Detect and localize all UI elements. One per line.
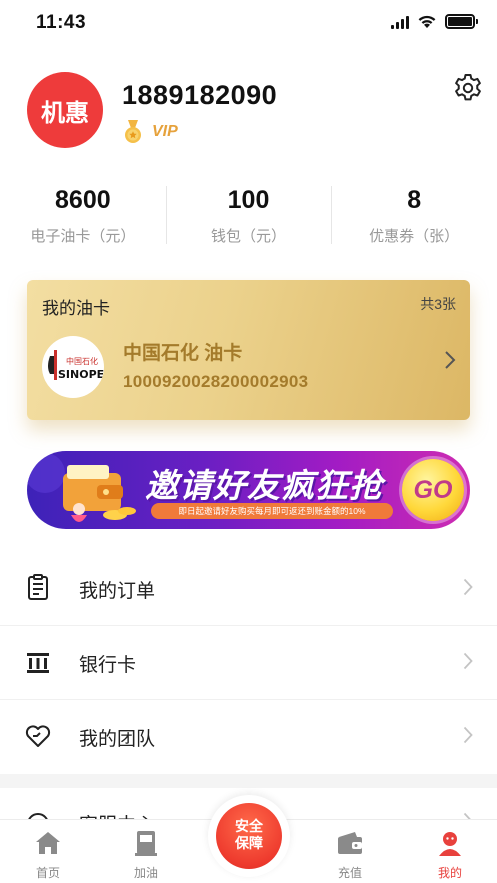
gear-icon xyxy=(455,74,481,101)
tab-label: 我的 xyxy=(437,866,462,880)
sinopec-logo: 中国石化 SINOPEC xyxy=(42,336,104,398)
stat-oil-card-balance[interactable]: 8600 电子油卡（元） xyxy=(0,180,166,246)
avatar[interactable]: 机惠 xyxy=(27,72,103,148)
menu-item-label: 银行卡 xyxy=(79,655,137,676)
medal-icon xyxy=(125,120,141,143)
fuel-pump-icon xyxy=(135,831,157,856)
safety-label-line2: 保障 xyxy=(235,835,263,851)
home-icon xyxy=(36,832,60,854)
status-bar: 11:43 xyxy=(0,0,497,46)
tab-recharge[interactable]: 充值 xyxy=(320,828,380,881)
vip-badge: VIP xyxy=(122,120,178,144)
shield-badge-icon: 安全 保障 xyxy=(216,803,282,869)
stat-value: 8600 xyxy=(55,186,111,214)
wallet-icon xyxy=(338,832,362,854)
profile-icon xyxy=(439,832,461,856)
stats-row: 8600 电子油卡（元） 100 钱包（元） 8 优惠券（张） xyxy=(0,180,497,246)
chevron-right-icon xyxy=(463,652,473,670)
tab-label: 首页 xyxy=(35,866,60,880)
oil-card[interactable]: 我的油卡 共3张 中国石化 SINOPEC 中国石化 油卡 1000920028… xyxy=(27,280,470,420)
menu-item-bank-card[interactable]: 银行卡 xyxy=(0,626,497,700)
menu-list: 我的订单 银行卡 我的团队 xyxy=(0,552,497,774)
tab-label: 加油 xyxy=(133,866,158,880)
status-icons xyxy=(391,14,478,29)
user-phone: 1889182090 xyxy=(122,80,278,110)
vip-label: VIP xyxy=(152,123,178,140)
stat-label: 钱包（元） xyxy=(211,228,287,245)
stat-wallet-balance[interactable]: 100 钱包（元） xyxy=(165,180,332,246)
settings-button[interactable] xyxy=(452,72,484,104)
order-list-icon xyxy=(28,574,48,600)
status-time: 11:43 xyxy=(36,12,87,33)
stat-label: 电子油卡（元） xyxy=(30,228,136,245)
chevron-right-icon xyxy=(463,726,473,744)
wifi-icon xyxy=(418,15,436,28)
battery-icon xyxy=(445,14,478,29)
section-divider xyxy=(0,774,497,788)
stat-coupons[interactable]: 8 优惠券（张） xyxy=(331,180,497,246)
signal-icon xyxy=(391,15,409,29)
safety-guarantee-button[interactable]: 安全 保障 xyxy=(208,795,290,877)
banner-title: 邀请好友疯狂抢 xyxy=(145,467,383,504)
tab-home[interactable]: 首页 xyxy=(18,828,78,881)
menu-item-label: 我的订单 xyxy=(79,581,156,602)
oil-card-count: 共3张 xyxy=(420,296,456,312)
banner-subtitle: 即日起邀请好友购买每月即可返还到账金额的10% xyxy=(151,503,393,519)
chevron-right-icon xyxy=(445,351,456,369)
oil-card-number: 1000920028200002903 xyxy=(123,372,309,391)
chevron-right-icon xyxy=(463,578,473,596)
tab-mine[interactable]: 我的 xyxy=(420,828,480,881)
invite-friends-banner[interactable]: 邀请好友疯狂抢 即日起邀请好友购买每月即可返还到账金额的10% GO xyxy=(27,451,470,529)
sinopec-logo-text: SINOPEC xyxy=(58,368,104,381)
stat-label: 优惠券（张） xyxy=(369,228,460,245)
tab-label: 充值 xyxy=(337,866,362,880)
menu-item-label: 我的团队 xyxy=(79,729,156,750)
stat-value: 8 xyxy=(407,186,422,214)
menu-item-team[interactable]: 我的团队 xyxy=(0,700,497,774)
oil-card-title: 我的油卡 xyxy=(42,299,110,318)
tab-refuel[interactable]: 加油 xyxy=(116,828,176,881)
oil-card-name: 中国石化 油卡 xyxy=(123,343,243,364)
safety-label-line1: 安全 xyxy=(235,818,263,834)
wallet-illustration-icon xyxy=(27,453,136,522)
go-button[interactable]: GO xyxy=(402,459,464,521)
menu-item-orders[interactable]: 我的订单 xyxy=(0,552,497,626)
stat-value: 100 xyxy=(227,186,270,214)
team-heart-icon xyxy=(25,725,51,747)
bank-card-icon xyxy=(27,653,49,673)
svg-text:中国石化: 中国石化 xyxy=(66,356,98,366)
